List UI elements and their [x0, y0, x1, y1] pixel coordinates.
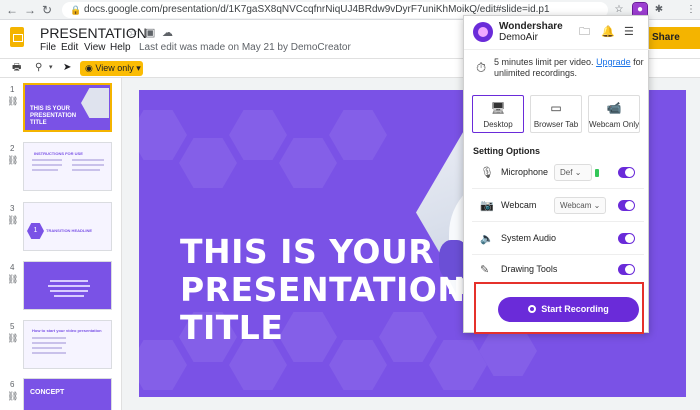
- thumb-number-badge[interactable]: 1: [27, 223, 44, 239]
- zoom-icon[interactable]: ⚲: [35, 61, 42, 75]
- slide-number[interactable]: 1: [10, 85, 14, 94]
- link-icon[interactable]: ⛓: [7, 155, 18, 166]
- link-icon[interactable]: ⛓: [7, 274, 18, 285]
- settings-heading: Setting Options: [473, 146, 540, 156]
- microphone-toggle[interactable]: [618, 167, 635, 178]
- setting-system-audio: 🔈 System Audio: [472, 225, 644, 255]
- webcam-select[interactable]: Webcam ⌄: [554, 197, 606, 214]
- chevron-down-icon: ⌄: [593, 201, 601, 210]
- monitor-icon: 🖥: [490, 101, 506, 115]
- folder-icon[interactable]: 🗀: [579, 26, 590, 38]
- hamburger-menu-icon[interactable]: ☰: [624, 26, 634, 38]
- cloud-status-icon[interactable]: ☁: [162, 26, 173, 40]
- star-icon[interactable]: ☆: [128, 26, 138, 40]
- thumb-text[interactable]: THIS IS YOUR PRESENTATION TITLE: [30, 106, 78, 127]
- start-recording-button[interactable]: Start Recording: [498, 297, 639, 322]
- webcam-toggle[interactable]: [618, 200, 635, 211]
- pen-icon: ✎: [480, 264, 490, 276]
- drawing-tools-toggle[interactable]: [618, 264, 635, 275]
- browser-tab-icon: ▭: [550, 101, 562, 115]
- slide-thumbnail-5[interactable]: How to start your video presentation: [23, 320, 112, 369]
- menu-edit[interactable]: Edit: [61, 42, 78, 54]
- demoair-logo-icon: [473, 22, 493, 42]
- slide-number[interactable]: 4: [10, 263, 14, 272]
- slide-number[interactable]: 5: [10, 322, 14, 331]
- thumb-text[interactable]: How to start your video presentation: [32, 327, 110, 334]
- thumb-photo[interactable]: [81, 88, 109, 118]
- link-icon[interactable]: ⛓: [7, 215, 18, 226]
- link-icon[interactable]: ⛓: [7, 333, 18, 344]
- extensions-puzzle-icon[interactable]: ✱: [652, 3, 666, 17]
- speaker-icon: 🔈: [480, 233, 494, 245]
- move-to-drive-icon[interactable]: ▣: [145, 26, 155, 40]
- brand-name: Wondershare: [499, 21, 563, 32]
- demoair-header: Wondershare DemoAir 🗀 🔔 ☰: [464, 16, 650, 50]
- browser-menu-icon[interactable]: ⋮: [684, 3, 698, 17]
- thumb-text[interactable]: INSTRUCTIONS FOR USE: [34, 150, 104, 157]
- slide-number[interactable]: 2: [10, 144, 14, 153]
- mode-webcam-only[interactable]: 📹 Webcam Only: [588, 95, 640, 133]
- mode-desktop[interactable]: 🖥 Desktop: [472, 95, 524, 133]
- link-icon[interactable]: ⛓: [7, 96, 18, 107]
- zoom-caret-icon[interactable]: ▾: [49, 61, 53, 75]
- microphone-select[interactable]: Def ⌄: [554, 164, 592, 181]
- slide-filmstrip: 1 ⛓ THIS IS YOUR PRESENTATION TITLE 2 ⛓ …: [0, 78, 122, 410]
- last-edit-status[interactable]: Last edit was made on May 21 by DemoCrea…: [139, 42, 351, 53]
- lock-icon[interactable]: 🔒: [70, 4, 81, 16]
- record-icon: [528, 305, 537, 313]
- system-audio-toggle[interactable]: [618, 233, 635, 244]
- menu-view[interactable]: View: [84, 42, 106, 54]
- menu-help[interactable]: Help: [110, 42, 131, 54]
- slide-thumbnail-2[interactable]: INSTRUCTIONS FOR USE: [23, 142, 112, 191]
- pointer-icon[interactable]: ➤: [63, 61, 71, 75]
- thumb-text[interactable]: CONCEPT: [30, 389, 90, 396]
- setting-microphone: 🎙 Microphone Def ⌄: [472, 159, 644, 189]
- recording-limit-notice: 5 minutes limit per video. Upgrade for u…: [494, 57, 644, 78]
- forward-icon[interactable]: →: [24, 2, 36, 18]
- mode-browser-tab[interactable]: ▭ Browser Tab: [530, 95, 582, 133]
- slide-thumbnail-4[interactable]: [23, 261, 112, 310]
- slide-number[interactable]: 6: [10, 380, 14, 389]
- print-icon[interactable]: 🖶: [12, 61, 21, 75]
- upgrade-link[interactable]: Upgrade: [596, 57, 631, 67]
- slide-title[interactable]: THIS IS YOUR PRESENTATION TITLE: [180, 233, 480, 347]
- reload-icon[interactable]: ↻: [42, 2, 52, 18]
- camera-icon: 📷: [480, 200, 494, 212]
- slide-thumbnail-6[interactable]: CONCEPT: [23, 378, 112, 410]
- slides-logo-icon[interactable]: [10, 27, 24, 47]
- thumb-text[interactable]: TRANSITION HEADLINE: [46, 227, 110, 234]
- webcam-icon: 📹: [606, 101, 622, 115]
- slide-thumbnail-3[interactable]: 1 TRANSITION HEADLINE: [23, 202, 112, 251]
- back-icon[interactable]: ←: [6, 2, 18, 18]
- slide-number[interactable]: 3: [10, 204, 14, 213]
- timer-icon: ⏱: [476, 60, 487, 75]
- link-icon[interactable]: ⛓: [7, 391, 18, 402]
- microphone-icon: 🎙: [480, 167, 494, 179]
- menu-file[interactable]: File: [40, 42, 56, 54]
- view-only-button[interactable]: ◉ View only ▾: [80, 61, 143, 76]
- mic-level-indicator: [595, 169, 599, 177]
- product-name: DemoAir: [499, 32, 538, 43]
- bell-icon[interactable]: 🔔: [601, 26, 615, 38]
- chevron-down-icon: ⌄: [574, 168, 582, 177]
- slide-thumbnail-1[interactable]: THIS IS YOUR PRESENTATION TITLE: [23, 83, 112, 132]
- setting-webcam: 📷 Webcam Webcam ⌄: [472, 192, 644, 222]
